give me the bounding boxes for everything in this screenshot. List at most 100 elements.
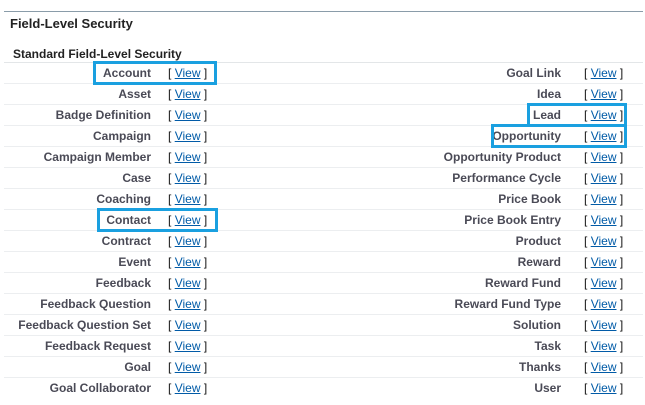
view-link[interactable]: View	[175, 87, 201, 101]
view-link[interactable]: View	[591, 129, 617, 143]
bracket-open: [	[168, 108, 172, 122]
bracket-close: ]	[203, 150, 208, 164]
bracket-close: ]	[619, 339, 624, 353]
object-label: Feedback	[95, 276, 151, 290]
view-link[interactable]: View	[591, 66, 617, 80]
view-link[interactable]: View	[591, 276, 617, 290]
view-link-wrapper: [ View ]	[584, 276, 623, 290]
view-link[interactable]: View	[591, 171, 617, 185]
view-link[interactable]: View	[175, 318, 201, 332]
bracket-open: [	[168, 381, 172, 395]
view-link[interactable]: View	[591, 360, 617, 374]
view-link[interactable]: View	[175, 150, 201, 164]
field-security-table: Account [ View ] Goal Link [ View ] Asset [ V…	[4, 62, 643, 398]
bracket-close: ]	[203, 318, 208, 332]
view-link[interactable]: View	[591, 87, 617, 101]
view-link[interactable]: View	[591, 192, 617, 206]
view-link[interactable]: View	[591, 381, 617, 395]
view-link[interactable]: View	[175, 192, 201, 206]
view-link[interactable]: View	[175, 339, 201, 353]
view-link-wrapper: [ View ]	[168, 66, 207, 80]
object-label: Price Book	[498, 192, 561, 206]
bracket-open: [	[584, 171, 588, 185]
table-row: Event [ View ] Reward [ View ]	[4, 251, 643, 272]
view-link[interactable]: View	[591, 234, 617, 248]
object-label: Contract	[101, 234, 151, 248]
bracket-close: ]	[203, 66, 208, 80]
bracket-open: [	[168, 360, 172, 374]
view-link-wrapper: [ View ]	[584, 381, 623, 395]
view-link[interactable]: View	[591, 339, 617, 353]
bracket-close: ]	[203, 339, 208, 353]
bracket-close: ]	[203, 297, 208, 311]
object-label: Reward	[517, 255, 561, 269]
table-row: Feedback Request [ View ] Task [ View ]	[4, 335, 643, 356]
bracket-open: [	[168, 213, 172, 227]
view-link[interactable]: View	[175, 255, 201, 269]
view-link-wrapper: [ View ]	[584, 360, 623, 374]
bracket-open: [	[168, 339, 172, 353]
table-row: Campaign [ View ] Opportunity [ View ]	[4, 125, 643, 146]
bracket-close: ]	[619, 150, 624, 164]
view-link[interactable]: View	[591, 318, 617, 332]
table-row: Feedback Question [ View ] Reward Fund Typ…	[4, 293, 643, 314]
view-link[interactable]: View	[591, 150, 617, 164]
bracket-open: [	[168, 171, 172, 185]
view-link[interactable]: View	[175, 234, 201, 248]
view-link[interactable]: View	[591, 297, 617, 311]
view-link[interactable]: View	[175, 297, 201, 311]
table-row: Feedback Question Set [ View ] Solution [ V…	[4, 314, 643, 335]
view-link[interactable]: View	[175, 381, 201, 395]
object-label: Campaign Member	[43, 150, 151, 164]
object-label: Feedback Question Set	[18, 318, 151, 332]
object-label: Goal	[124, 360, 151, 374]
view-link[interactable]: View	[591, 213, 617, 227]
view-link-wrapper: [ View ]	[584, 255, 623, 269]
bracket-open: [	[168, 297, 172, 311]
bracket-close: ]	[203, 276, 208, 290]
object-label: Feedback Request	[44, 339, 151, 353]
bracket-close: ]	[203, 171, 208, 185]
view-link-wrapper: [ View ]	[584, 108, 623, 122]
bracket-close: ]	[619, 381, 624, 395]
view-link[interactable]: View	[175, 276, 201, 290]
bracket-open: [	[584, 234, 588, 248]
view-link-wrapper: [ View ]	[168, 297, 207, 311]
bracket-close: ]	[619, 255, 624, 269]
object-label: Idea	[536, 87, 561, 101]
view-link-wrapper: [ View ]	[584, 129, 623, 143]
view-link-wrapper: [ View ]	[168, 87, 207, 101]
view-link-wrapper: [ View ]	[168, 192, 207, 206]
table-row: Account [ View ] Goal Link [ View ]	[4, 62, 643, 83]
bracket-close: ]	[619, 213, 624, 227]
view-link[interactable]: View	[175, 360, 201, 374]
view-link[interactable]: View	[175, 66, 201, 80]
bracket-close: ]	[619, 318, 624, 332]
bracket-close: ]	[203, 129, 208, 143]
bracket-open: [	[168, 276, 172, 290]
view-link[interactable]: View	[175, 129, 201, 143]
table-row: Asset [ View ] Idea [ View ]	[4, 83, 643, 104]
object-label: Event	[118, 255, 151, 269]
view-link[interactable]: View	[591, 108, 617, 122]
bracket-close: ]	[203, 108, 208, 122]
bracket-open: [	[584, 381, 588, 395]
view-link-wrapper: [ View ]	[168, 360, 207, 374]
view-link[interactable]: View	[591, 255, 617, 269]
view-link[interactable]: View	[175, 108, 201, 122]
bracket-open: [	[584, 66, 588, 80]
bracket-open: [	[584, 192, 588, 206]
table-row: Feedback [ View ] Reward Fund [ View ]	[4, 272, 643, 293]
view-link-wrapper: [ View ]	[584, 171, 623, 185]
view-link[interactable]: View	[175, 171, 201, 185]
bracket-open: [	[168, 255, 172, 269]
bracket-close: ]	[619, 129, 624, 143]
object-label: Reward Fund Type	[454, 297, 561, 311]
bracket-open: [	[584, 297, 588, 311]
object-label: Asset	[118, 87, 151, 101]
view-link[interactable]: View	[175, 213, 201, 227]
view-link-wrapper: [ View ]	[584, 213, 623, 227]
object-label: Reward Fund	[484, 276, 561, 290]
bracket-close: ]	[619, 171, 624, 185]
object-label: Account	[103, 66, 151, 80]
